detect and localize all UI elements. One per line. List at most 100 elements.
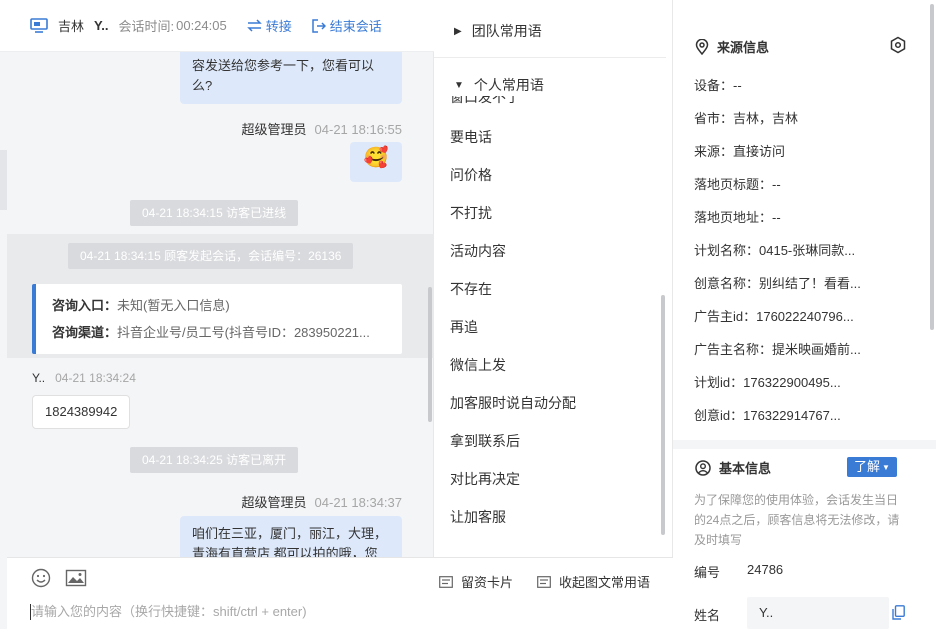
settings-hex-icon[interactable] (889, 36, 907, 57)
phrase-item[interactable]: 问价格 (450, 165, 492, 185)
message-time: 04-21 18:34:24 (55, 371, 136, 385)
message-text: 容发送给您参考一下，您看可以么? (192, 58, 375, 93)
phrases-panel: ▶ 团队常用语 ▼ 个人常用语 窗口发不了 要电话问价格不打扰活动内容不存在再追… (434, 0, 673, 557)
phrase-item[interactable]: 对比再决定 (450, 469, 520, 489)
collapse-phrases-label: 收起图文常用语 (558, 575, 650, 590)
composer-tools (31, 568, 101, 591)
source-info-title: 来源信息 (695, 37, 769, 56)
phrase-item[interactable]: 微信上发 (450, 355, 506, 375)
phrase-item[interactable]: 加客服时说自动分配 (450, 393, 576, 413)
chevron-down-icon: ▼ (882, 463, 890, 472)
entry-value: 未知(暂无入口信息) (117, 298, 230, 313)
phrase-text: 窗口发不了 (450, 96, 520, 105)
transfer-button[interactable]: 转接 (246, 16, 292, 35)
emoji-message: 🥰 (350, 142, 402, 182)
caret-down-icon: ▼ (454, 79, 464, 91)
name-value: Y.. (759, 605, 774, 620)
divider (434, 57, 666, 58)
channel-value: 抖音企业号/员工号(抖音号ID：283950221... (117, 325, 370, 340)
source-info-row: 计划id：176322900495... (694, 375, 841, 390)
info-scrollbar[interactable] (930, 4, 934, 330)
leave-card-label: 留资卡片 (460, 575, 513, 590)
phrase-item[interactable]: 不存在 (450, 279, 492, 299)
source-info-row: 落地页地址：-- (694, 210, 781, 225)
image-icon[interactable] (65, 568, 87, 591)
phrase-item[interactable]: 再追 (450, 317, 478, 337)
session-start-notice: 04-21 18:34:15 顾客发起会话，会话编号：26136 (68, 243, 354, 269)
copy-icon[interactable] (892, 605, 905, 623)
visitor-sender: Y.. 04-21 18:34:24 (32, 371, 136, 385)
location-pin-icon (695, 38, 709, 55)
emoji: 🥰 (363, 147, 389, 169)
source-info-row: 广告主名称：提米映画婚前... (694, 342, 861, 357)
panel-edge (0, 150, 7, 210)
user-circle-icon (695, 459, 711, 476)
message-time: 04-21 18:34:37 (314, 495, 402, 510)
composer: 留资卡片 收起图文常用语 (7, 557, 673, 629)
caret-right-icon: ▶ (454, 25, 462, 37)
emoji-icon[interactable] (31, 568, 51, 591)
agent-message: 咱们在三亚，厦门，丽江，大理，青海有直营店 都可以拍的哦，您 (180, 516, 402, 557)
phrase-item[interactable]: 窗口发不了 (450, 96, 520, 105)
chat-scrollbar[interactable] (428, 287, 432, 422)
card-row-entry: 咨询入口：未知(暂无入口信息) (52, 292, 386, 319)
end-session-label: 结束会话 (329, 19, 382, 34)
phrase-item[interactable]: 要电话 (450, 127, 492, 147)
composer-actions: 留资卡片 收起图文常用语 (415, 572, 650, 591)
message-text: 咱们在三亚，厦门，丽江，大理，青海有直营店 都可以拍的哦，您 (192, 526, 388, 557)
personal-phrases-label: 个人常用语 (473, 77, 544, 93)
id-value: 24786 (747, 562, 784, 577)
team-phrases-toggle[interactable]: ▶ 团队常用语 (454, 21, 542, 41)
session-duration: 会话时间: 00:24:05 (118, 16, 226, 35)
transfer-label: 转接 (265, 19, 292, 34)
leave-card-button[interactable]: 留资卡片 (439, 572, 513, 591)
system-notice-text: 04-21 18:34:15 顾客发起会话，会话编号：26136 (80, 249, 342, 263)
system-notice: 04-21 18:34:15 访客已进线 (130, 200, 299, 226)
exit-icon (311, 18, 326, 33)
entry-label: 咨询入口： (52, 298, 118, 313)
card-row-channel: 咨询渠道：抖音企业号/员工号(抖音号ID：283950221... (52, 319, 386, 346)
transfer-icon (246, 19, 262, 32)
chat-panel: 吉林 Y.. 会话时间: 00:24:05 转接 结束会话 容发送给您参考一下，… (0, 0, 434, 629)
source-info-row: 落地页标题：-- (694, 177, 781, 192)
sender-name: Y.. (32, 371, 46, 385)
consult-info-card: 咨询入口：未知(暂无入口信息) 咨询渠道：抖音企业号/员工号(抖音号ID：283… (32, 284, 402, 354)
phrase-item[interactable]: 拿到联系后 (450, 431, 520, 451)
sender-name: 超级管理员 (241, 495, 307, 510)
phrases-scrollbar[interactable] (661, 295, 665, 535)
visitor-location: 吉林 (58, 19, 85, 34)
source-info-row: 广告主id：176022240796... (694, 309, 854, 324)
basic-info-title: 基本信息 (695, 458, 771, 477)
visitor-message: 1824389942 (32, 395, 131, 429)
card-icon (537, 575, 551, 588)
collapse-phrases-button[interactable]: 收起图文常用语 (537, 572, 650, 591)
message-text: 1824389942 (45, 404, 118, 419)
personal-phrases-toggle[interactable]: ▼ 个人常用语 (454, 75, 544, 95)
phrase-item[interactable]: 让加客服 (450, 507, 506, 527)
end-session-button[interactable]: 结束会话 (311, 16, 382, 35)
sender-name: 超级管理员 (241, 122, 307, 137)
name-field[interactable]: Y.. (747, 597, 889, 629)
phrase-item[interactable]: 不打扰 (450, 203, 492, 223)
message-list[interactable]: 容发送给您参考一下，您看可以么? 超级管理员 04-21 18:16:55 🥰 0… (7, 52, 434, 557)
monitor-icon (30, 17, 48, 34)
duration-label: 会话时间: (118, 19, 175, 34)
source-info-row: 创意名称：别纠结了！看看... (694, 276, 861, 291)
learn-more-button[interactable]: 了解 ▼ (847, 457, 897, 477)
phrase-item[interactable]: 活动内容 (450, 241, 506, 261)
message-time: 04-21 18:16:55 (314, 122, 402, 137)
visitor-name: Y.. (94, 18, 109, 33)
name-label: 姓名 (694, 608, 721, 623)
card-icon (439, 575, 453, 588)
team-phrases-label: 团队常用语 (471, 23, 542, 39)
source-info-row: 来源：直接访问 (694, 144, 786, 159)
source-info-row: 设备：-- (694, 78, 742, 93)
basic-info-label: 基本信息 (719, 461, 772, 476)
agent-message: 容发送给您参考一下，您看可以么? (180, 52, 402, 104)
source-info-row: 计划名称：0415-张琳同款... (694, 243, 856, 258)
source-info-label: 来源信息 (717, 40, 770, 55)
message-input[interactable] (31, 604, 631, 619)
duration-value: 00:24:05 (176, 18, 227, 33)
edit-notice: 为了保障您的使用体验，会话发生当日的24点之后，顾客信息将无法修改，请及时填写 (694, 493, 900, 547)
agent-sender: 超级管理员 04-21 18:34:37 (242, 492, 402, 511)
